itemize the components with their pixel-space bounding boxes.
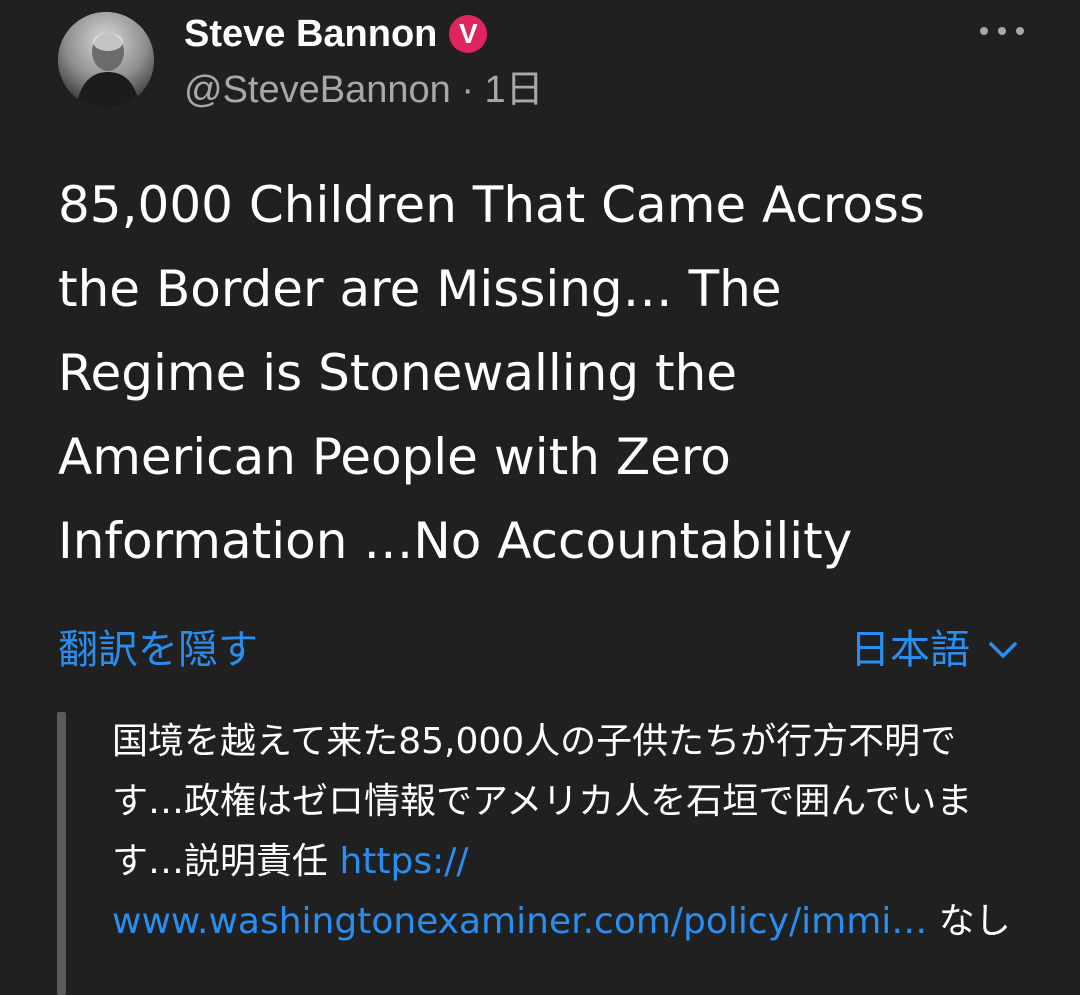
- author-name-row[interactable]: Steve Bannon V: [184, 12, 488, 56]
- more-dot: [980, 27, 988, 35]
- author-name[interactable]: Steve Bannon: [184, 12, 437, 56]
- meta-separator: ·: [461, 69, 474, 111]
- language-selector[interactable]: 日本語: [850, 622, 1018, 678]
- more-dot: [1016, 27, 1024, 35]
- link-prefix[interactable]: https://: [339, 841, 468, 882]
- more-horizontal-icon[interactable]: [980, 16, 1024, 46]
- language-label: 日本語: [850, 627, 970, 673]
- avatar[interactable]: [58, 12, 154, 108]
- author-meta: @SteveBannon · 1日: [184, 68, 544, 112]
- author-handle[interactable]: @SteveBannon: [184, 69, 451, 111]
- tweet-text: 85,000 Children That Came Across the Bor…: [58, 176, 926, 570]
- translated-text-tail: なし: [927, 901, 1011, 942]
- translated-text-body: 国境を越えて来た85,000人の子供たちが行方不明です…政権はゼロ情報でアメリカ…: [112, 721, 973, 882]
- avatar-photo: [58, 12, 154, 108]
- verified-badge-icon: V: [449, 15, 488, 53]
- translation-quote-bar: [57, 712, 66, 995]
- more-dot: [998, 27, 1006, 35]
- chevron-down-icon: [989, 642, 1017, 658]
- link-body[interactable]: www.washingtonexaminer.com/policy/immi…: [112, 901, 927, 942]
- translated-text: 国境を越えて来た85,000人の子供たちが行方不明です…政権はゼロ情報でアメリカ…: [112, 712, 1012, 952]
- tweet-time[interactable]: 1日: [485, 69, 544, 111]
- hide-translation-button[interactable]: 翻訳を隠す: [58, 622, 258, 678]
